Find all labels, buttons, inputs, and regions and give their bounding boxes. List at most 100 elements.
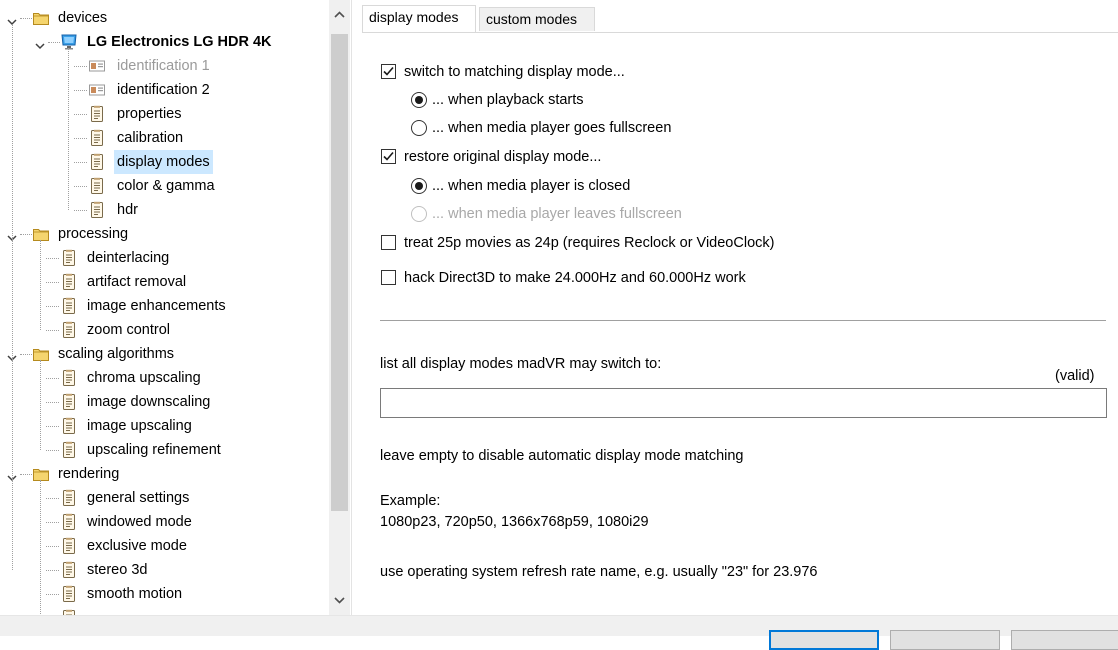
section-divider [380, 320, 1106, 321]
tree-connector [46, 570, 59, 571]
tree-item-label: exclusive mode [87, 538, 187, 554]
when-closed-label: ... when media player is closed [432, 178, 631, 194]
tab-custom-modes[interactable]: custom modes [479, 7, 595, 31]
tree-guide-line [40, 240, 41, 330]
tree-connector [46, 522, 59, 523]
tree-connector [74, 210, 87, 211]
tab-display-modes[interactable]: display modes [362, 5, 476, 32]
modes-valid-status: (valid) [1055, 368, 1095, 384]
cancel-button[interactable] [890, 630, 1000, 650]
tree-item[interactable]: artifact removal [0, 270, 328, 294]
tab-divider [362, 32, 1118, 33]
tree-item[interactable]: upscaling refinement [0, 438, 328, 462]
tree-item-label: calibration [117, 130, 184, 146]
apply-button[interactable] [1011, 630, 1118, 650]
tree-connector [46, 306, 59, 307]
tree-item-label: hdr [117, 202, 138, 218]
tree-item-label: artifact removal [87, 274, 187, 290]
tree-item[interactable]: properties [0, 102, 328, 126]
page-icon [60, 417, 78, 435]
page-icon [60, 441, 78, 459]
tree-item[interactable]: calibration [0, 126, 328, 150]
folder-icon [32, 345, 50, 363]
tree-item-label: properties [117, 106, 182, 122]
page-icon [88, 129, 106, 147]
tree-connector [46, 378, 59, 379]
tree-item[interactable]: stereo 3d [0, 558, 328, 582]
page-icon [88, 153, 106, 171]
page-icon [88, 177, 106, 195]
tree-item-label: color & gamma [117, 178, 215, 194]
tree-item-label: general settings [87, 490, 190, 506]
chevron-down-icon[interactable] [333, 594, 346, 607]
tree-item[interactable]: image upscaling [0, 414, 328, 438]
tree-item[interactable] [0, 606, 328, 615]
tree-connector [20, 354, 32, 355]
tree-scrollbar[interactable] [329, 0, 350, 615]
switch-matching-checkbox[interactable] [381, 64, 396, 79]
tree-item[interactable]: processing [0, 222, 328, 246]
tree-item-label: deinterlacing [87, 250, 170, 266]
when-playback-starts-radio[interactable] [411, 92, 427, 108]
tree-item[interactable]: LG Electronics LG HDR 4K [0, 30, 328, 54]
folder-icon [32, 465, 50, 483]
when-closed-radio[interactable] [411, 178, 427, 194]
tree-item[interactable]: scaling algorithms [0, 342, 328, 366]
tree-item[interactable]: rendering [0, 462, 328, 486]
tree-item[interactable]: general settings [0, 486, 328, 510]
treat-25p-checkbox[interactable] [381, 235, 396, 250]
tree-connector [20, 474, 32, 475]
page-icon [88, 105, 106, 123]
page-icon [88, 201, 106, 219]
display-modes-input[interactable] [380, 388, 1107, 418]
tree-item[interactable]: color & gamma [0, 174, 328, 198]
id-card-icon [88, 81, 106, 99]
chevron-down-icon[interactable] [6, 11, 18, 26]
hack-direct3d-checkbox[interactable] [381, 270, 396, 285]
tree-item[interactable]: image enhancements [0, 294, 328, 318]
tree-item-label: scaling algorithms [58, 346, 175, 362]
switch-matching-label: switch to matching display mode... [404, 64, 625, 80]
tree-item-label: image upscaling [87, 418, 192, 434]
tree-item[interactable]: image downscaling [0, 390, 328, 414]
restore-original-checkbox[interactable] [381, 149, 396, 164]
tree-item[interactable]: windowed mode [0, 510, 328, 534]
tree-connector [46, 450, 59, 451]
tree-guide-line [40, 360, 41, 450]
tree-item[interactable]: zoom control [0, 318, 328, 342]
tree-item-label: rendering [58, 466, 120, 482]
tree-item-label: zoom control [87, 322, 171, 338]
chevron-up-icon[interactable] [333, 8, 346, 21]
page-icon [60, 369, 78, 387]
tree-item-label: smooth motion [87, 586, 183, 602]
tree-connector [46, 498, 59, 499]
tree-item-label: display modes [114, 150, 213, 174]
example-value: 1080p23, 720p50, 1366x768p59, 1080i29 [380, 514, 649, 530]
folder-icon [32, 225, 50, 243]
tree-item[interactable]: hdr [0, 198, 328, 222]
tree-item[interactable]: display modes [0, 150, 328, 174]
tree-item[interactable]: identification 2 [0, 78, 328, 102]
tree-item-label: image enhancements [87, 298, 226, 314]
tree-item-label: stereo 3d [87, 562, 148, 578]
settings-tree[interactable]: devices LG Electronics LG HDR 4K identific… [0, 0, 352, 615]
tree-item[interactable]: devices [0, 6, 328, 30]
tree-item[interactable]: exclusive mode [0, 534, 328, 558]
when-fullscreen-radio[interactable] [411, 120, 427, 136]
tree-connector [20, 234, 32, 235]
page-icon [60, 321, 78, 339]
tree-guide-line [68, 48, 69, 210]
restore-original-label: restore original display mode... [404, 149, 602, 165]
tree-connector [46, 282, 59, 283]
tree-connector [74, 138, 87, 139]
scrollbar-thumb[interactable] [331, 34, 348, 511]
tree-item[interactable]: chroma upscaling [0, 366, 328, 390]
radio-dot [415, 96, 423, 104]
tree-item[interactable]: smooth motion [0, 582, 328, 606]
ok-button[interactable] [769, 630, 879, 650]
tree-item[interactable]: deinterlacing [0, 246, 328, 270]
tree-connector [74, 162, 87, 163]
tree-item[interactable]: identification 1 [0, 54, 328, 78]
id-card-icon [88, 57, 106, 75]
chevron-down-icon[interactable] [34, 35, 46, 50]
